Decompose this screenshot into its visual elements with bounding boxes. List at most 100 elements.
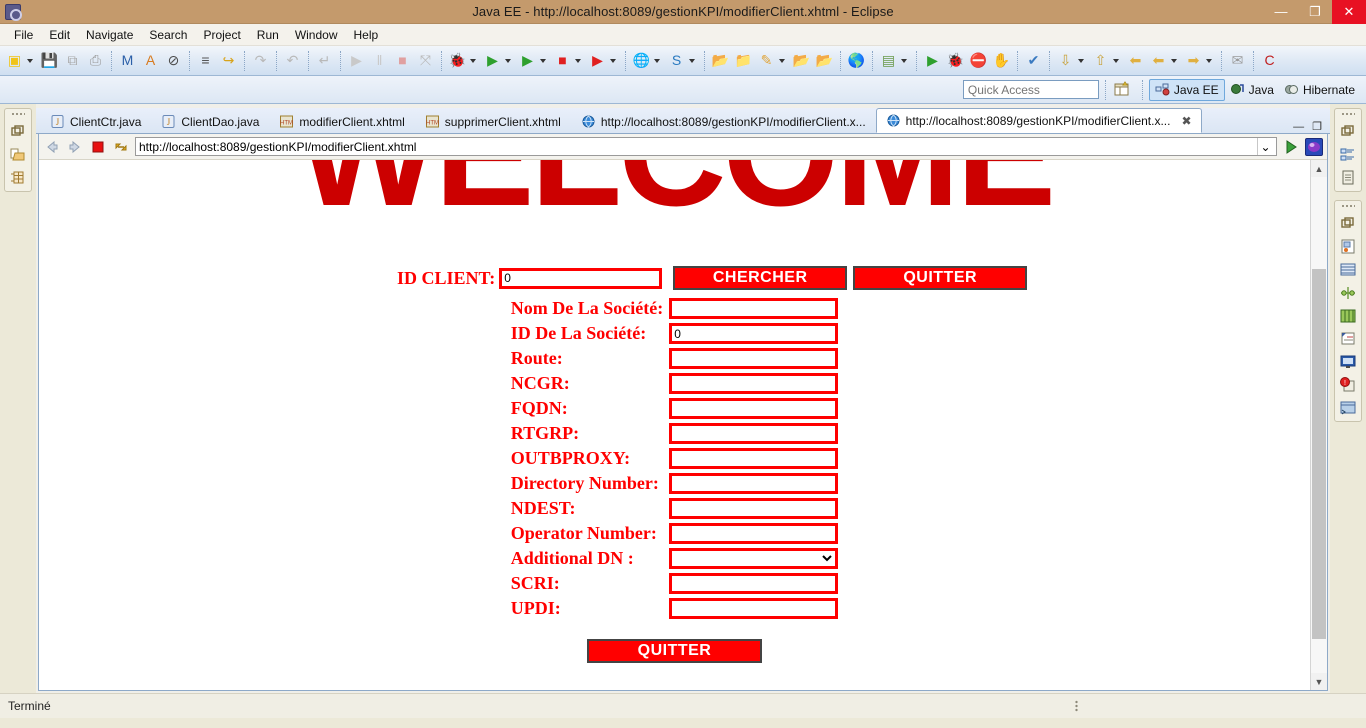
rail-grip[interactable] xyxy=(1341,112,1355,117)
stop-icon[interactable] xyxy=(89,138,107,156)
run-icon[interactable]: ▶ xyxy=(481,48,516,74)
run-as-icon[interactable]: ▶ xyxy=(921,48,944,74)
task-list-icon[interactable] xyxy=(1339,169,1357,187)
rail-grip[interactable] xyxy=(11,112,25,117)
quick-access-input[interactable] xyxy=(962,80,1099,99)
id-client-input[interactable]: 0 xyxy=(499,267,663,289)
editor-maximize-button[interactable]: ❐ xyxy=(1312,120,1322,133)
validate-icon[interactable]: ✔ xyxy=(1022,48,1045,74)
new-session-icon[interactable]: S xyxy=(665,48,700,74)
chevron-down-icon[interactable] xyxy=(1113,58,1119,63)
editor-tab-modifierclient-xhtml[interactable]: HTM modifierClient.xhtml xyxy=(269,109,414,133)
rail-grip[interactable] xyxy=(1341,204,1355,209)
terminate-icon[interactable]: ■ xyxy=(391,48,414,74)
status-resize-grip[interactable] xyxy=(1075,700,1078,712)
save-icon[interactable]: 💾 xyxy=(38,48,61,74)
link-task-icon[interactable]: ↪ xyxy=(217,48,240,74)
operator-number-field[interactable] xyxy=(669,523,839,544)
chercher-button[interactable]: CHERCHER xyxy=(673,266,848,290)
error-log-icon[interactable]: ! xyxy=(1339,376,1357,394)
chevron-down-icon[interactable] xyxy=(779,58,785,63)
menu-item-project[interactable]: Project xyxy=(195,26,248,44)
run-last-tool-icon[interactable]: ▶ xyxy=(586,48,621,74)
web-browser-icon[interactable]: 🌎 xyxy=(845,48,868,74)
chevron-down-icon[interactable] xyxy=(689,58,695,63)
editor-minimize-button[interactable]: — xyxy=(1293,121,1304,133)
open-folder-icon[interactable]: 📂 xyxy=(813,48,836,74)
debug-as-icon[interactable]: 🐞 xyxy=(944,48,967,74)
debug-icon[interactable]: 🐞 xyxy=(446,48,481,74)
scroll-down-icon[interactable]: ▼ xyxy=(1311,673,1327,690)
perspective-java-ee[interactable]: Java EE xyxy=(1148,78,1225,101)
properties-view-icon[interactable] xyxy=(1339,261,1357,279)
go-arrow-icon[interactable] xyxy=(1282,138,1300,156)
menu-item-edit[interactable]: Edit xyxy=(41,26,78,44)
outbproxy-field[interactable] xyxy=(669,448,839,469)
markers-view-icon[interactable] xyxy=(1339,330,1357,348)
rtgrp-field[interactable] xyxy=(669,423,839,444)
directory-number-field[interactable] xyxy=(669,473,839,494)
editor-tab-browser-1[interactable]: http://localhost:8089/gestionKPI/modifie… xyxy=(571,109,876,133)
ncgr-field[interactable] xyxy=(669,373,839,394)
open-task-icon[interactable]: ≡ xyxy=(194,48,217,74)
new-wizard-icon[interactable]: ▣ xyxy=(3,48,38,74)
chevron-down-icon[interactable] xyxy=(505,58,511,63)
refresh-icon[interactable] xyxy=(112,138,130,156)
restore-view-icon[interactable] xyxy=(1339,123,1357,141)
maven-build-icon[interactable]: M xyxy=(116,48,139,74)
menu-item-help[interactable]: Help xyxy=(346,26,387,44)
chevron-down-icon[interactable] xyxy=(1171,58,1177,63)
server-view-icon[interactable]: ▤ xyxy=(877,48,912,74)
menu-item-navigate[interactable]: Navigate xyxy=(78,26,141,44)
new-email-icon[interactable]: ✉ xyxy=(1226,48,1249,74)
nom-de-la-societe-field[interactable] xyxy=(669,298,839,319)
chevron-down-icon[interactable] xyxy=(901,58,907,63)
run-server-icon[interactable]: ▶ xyxy=(516,48,551,74)
scroll-up-icon[interactable]: ▲ xyxy=(1311,160,1327,177)
chevron-down-icon[interactable] xyxy=(610,58,616,63)
close-icon[interactable]: ✖ xyxy=(1181,114,1191,128)
scrollbar-thumb[interactable] xyxy=(1312,269,1326,639)
forward-arrow-icon[interactable] xyxy=(66,138,84,156)
redo-icon[interactable]: ↷ xyxy=(249,48,272,74)
open-perspective-icon[interactable] xyxy=(1112,80,1132,100)
chevron-down-icon[interactable] xyxy=(654,58,660,63)
url-input[interactable]: http://localhost:8089/gestionKPI/modifie… xyxy=(135,137,1277,156)
chevron-down-icon[interactable] xyxy=(27,58,33,63)
ndest-field[interactable] xyxy=(669,498,839,519)
additional-dn-select[interactable] xyxy=(669,548,839,569)
maximize-button[interactable]: ❐ xyxy=(1298,0,1332,24)
minimize-button[interactable]: — xyxy=(1264,0,1298,24)
perspective-java[interactable]: Java xyxy=(1225,79,1279,101)
menu-item-window[interactable]: Window xyxy=(287,26,346,44)
save-all-icon[interactable]: ⧉ xyxy=(61,48,84,74)
scri-field[interactable] xyxy=(669,573,839,594)
menu-item-search[interactable]: Search xyxy=(141,26,195,44)
open-resource-icon[interactable]: 📁 xyxy=(732,48,755,74)
editor-tab-supprimerclient-xhtml[interactable]: HTM supprimerClient.xhtml xyxy=(415,109,571,133)
next-annotation-icon[interactable]: ⇩ xyxy=(1054,48,1089,74)
chevron-down-icon[interactable] xyxy=(1206,58,1212,63)
back-arrow-icon[interactable] xyxy=(43,138,61,156)
perspective-hibernate[interactable]: Hibernate xyxy=(1279,79,1360,101)
chevron-down-icon[interactable]: ⌄ xyxy=(1257,138,1273,155)
print-icon[interactable]: ⎙ xyxy=(84,48,107,74)
terminate-server-icon[interactable]: ⛔ xyxy=(967,48,990,74)
fqdn-field[interactable] xyxy=(669,398,839,419)
previous-annotation-icon[interactable]: ⇧ xyxy=(1089,48,1124,74)
undo-icon[interactable]: ↶ xyxy=(281,48,304,74)
route-field[interactable] xyxy=(669,348,839,369)
palette-view-icon[interactable] xyxy=(1339,238,1357,256)
editor-tab-browser-2-active[interactable]: http://localhost:8089/gestionKPI/modifie… xyxy=(875,108,1202,133)
menu-item-run[interactable]: Run xyxy=(249,26,287,44)
back-icon[interactable]: ⬅ xyxy=(1124,48,1147,74)
last-edit-icon[interactable]: ⬅ xyxy=(1147,48,1182,74)
chevron-down-icon[interactable] xyxy=(540,58,546,63)
open-external-browser-icon[interactable] xyxy=(1305,137,1323,156)
outline-view-icon[interactable] xyxy=(1339,146,1357,164)
project-explorer-icon[interactable] xyxy=(9,146,27,164)
data-source-explorer-icon[interactable] xyxy=(1339,307,1357,325)
menu-item-file[interactable]: File xyxy=(6,26,41,44)
id-de-la-societe-field[interactable]: 0 xyxy=(669,323,839,344)
new-server-icon[interactable]: 🌐 xyxy=(630,48,665,74)
